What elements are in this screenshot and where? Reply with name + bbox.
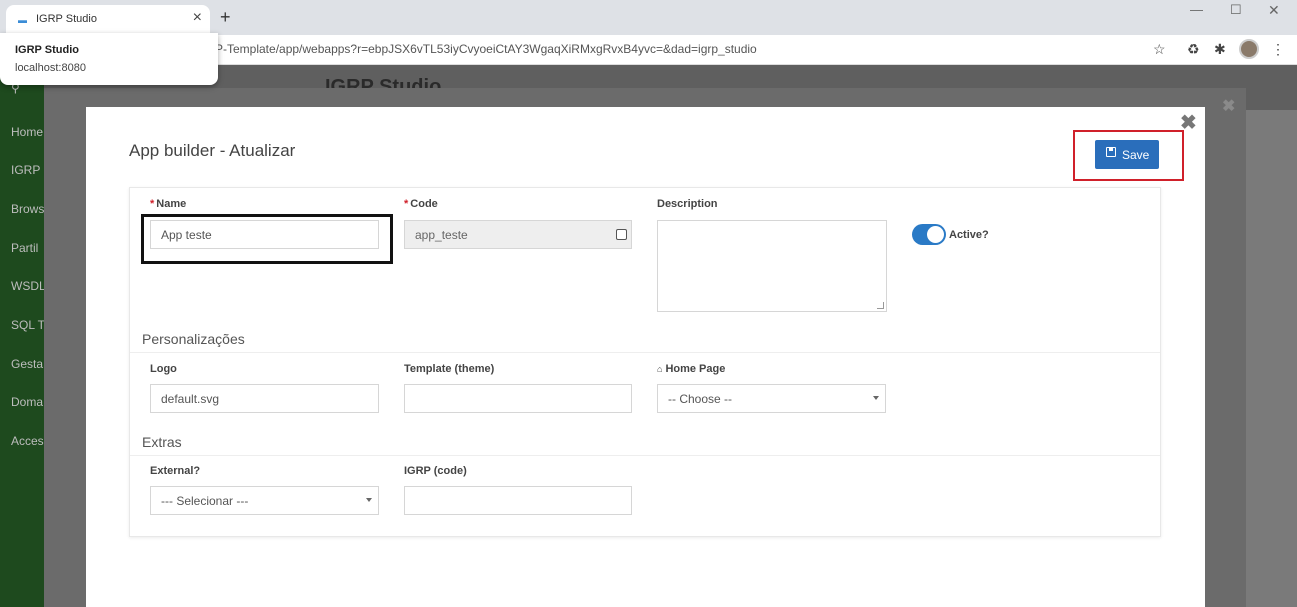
name-label: * Name bbox=[150, 198, 187, 210]
external-select-value: --- Selecionar --- bbox=[161, 494, 249, 508]
template-label: Template (theme) bbox=[404, 363, 495, 375]
background-modal-close-icon[interactable]: ✖ bbox=[1222, 96, 1235, 116]
sidebar-item-partilha[interactable]: Partil bbox=[11, 241, 38, 255]
sidebar-item-sql[interactable]: SQL T bbox=[11, 318, 44, 332]
description-textarea[interactable] bbox=[657, 220, 887, 312]
save-button[interactable]: Save bbox=[1095, 140, 1159, 169]
required-asterisk: * bbox=[150, 198, 155, 210]
logo-input[interactable]: default.svg bbox=[150, 384, 379, 413]
code-edit-checkbox[interactable] bbox=[616, 229, 627, 240]
sidebar-item-dominio[interactable]: Doma bbox=[11, 395, 43, 409]
sidebar-item-wsdl[interactable]: WSDL bbox=[11, 279, 44, 293]
home-icon: ⌂ bbox=[657, 364, 663, 374]
code-input[interactable]: app_teste bbox=[404, 220, 632, 249]
browser-tab[interactable]: ▬ IGRP Studio × bbox=[6, 5, 210, 35]
name-input[interactable]: App teste bbox=[150, 220, 379, 249]
maximize-icon[interactable]: ☐ bbox=[1230, 2, 1242, 18]
template-input[interactable] bbox=[404, 384, 632, 413]
external-select[interactable]: --- Selecionar --- bbox=[150, 486, 379, 515]
active-label: Active? bbox=[949, 229, 989, 241]
igrp-code-input[interactable] bbox=[404, 486, 632, 515]
sidebar-item-gestao[interactable]: Gesta bbox=[11, 357, 43, 371]
save-button-label: Save bbox=[1122, 148, 1150, 162]
homepage-select[interactable]: -- Choose -- bbox=[657, 384, 886, 413]
sidebar-item-acesso[interactable]: Acces bbox=[11, 434, 44, 448]
igrp-favicon-icon: ▬ bbox=[18, 15, 27, 25]
tab-close-icon[interactable]: × bbox=[193, 10, 202, 26]
igrp-code-label: IGRP (code) bbox=[404, 465, 467, 477]
minimize-icon[interactable]: — bbox=[1190, 2, 1203, 17]
save-highlight: Save bbox=[1073, 130, 1184, 181]
active-toggle[interactable] bbox=[912, 224, 946, 245]
sidebar-item-home[interactable]: Home bbox=[11, 125, 43, 139]
tab-hover-card: IGRP Studio localhost:8080 bbox=[0, 33, 218, 85]
address-bar[interactable]: P-Template/app/webapps?r=ebpJSX6vTL53iyC… bbox=[215, 42, 757, 56]
bookmark-star-icon[interactable]: ☆ bbox=[1153, 40, 1166, 58]
browser-menu-icon[interactable]: ⋮ bbox=[1271, 40, 1285, 58]
sidebar-item-igrp[interactable]: IGRP S bbox=[11, 163, 44, 177]
extensions-puzzle-icon[interactable]: ✱ bbox=[1214, 40, 1226, 58]
hover-card-title: IGRP Studio bbox=[15, 44, 79, 56]
section-divider bbox=[130, 455, 1160, 456]
code-value: app_teste bbox=[415, 228, 468, 242]
toggle-knob bbox=[927, 226, 944, 243]
description-label: Description bbox=[657, 198, 718, 210]
code-label: * Code bbox=[404, 198, 438, 210]
section-personalizacoes-title: Personalizações bbox=[142, 331, 245, 347]
app-builder-modal: App builder - Atualizar Save * Name App t… bbox=[86, 107, 1205, 607]
form-card: * Name App teste * Code app_teste Descript… bbox=[129, 187, 1161, 537]
sidebar: ⚲ Home IGRP S Brows Partil WSDL SQL T Ge… bbox=[0, 65, 44, 607]
homepage-select-value: -- Choose -- bbox=[668, 392, 733, 406]
chevron-down-icon bbox=[366, 498, 372, 502]
hover-card-url: localhost:8080 bbox=[15, 62, 86, 74]
floppy-disk-icon bbox=[1106, 147, 1116, 157]
required-asterisk: * bbox=[404, 198, 409, 210]
section-divider bbox=[130, 352, 1160, 353]
external-label: External? bbox=[150, 465, 201, 477]
homepage-label: ⌂ Home Page bbox=[657, 363, 726, 375]
sidebar-item-browse[interactable]: Brows bbox=[11, 202, 44, 216]
chevron-down-icon bbox=[873, 396, 879, 400]
new-tab-icon[interactable]: + bbox=[220, 7, 231, 27]
browser-tabbar: ▬ IGRP Studio × + — ☐ ✕ bbox=[0, 0, 1297, 35]
logo-label: Logo bbox=[150, 363, 177, 375]
profile-avatar[interactable] bbox=[1239, 39, 1259, 59]
tab-title: IGRP Studio bbox=[36, 13, 97, 25]
section-extras-title: Extras bbox=[142, 434, 182, 450]
modal-title: App builder - Atualizar bbox=[129, 141, 296, 160]
recycle-icon[interactable]: ♻ bbox=[1187, 40, 1200, 58]
window-close-icon[interactable]: ✕ bbox=[1268, 2, 1280, 19]
modal-close-icon[interactable]: ✖ bbox=[1180, 113, 1197, 133]
